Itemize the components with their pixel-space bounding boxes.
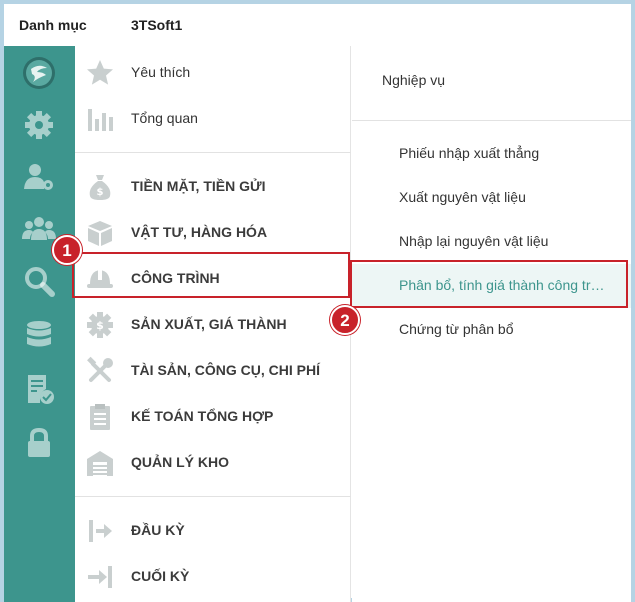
menu-item-label: CUỐI KỲ xyxy=(131,568,190,584)
warehouse-icon xyxy=(85,448,115,478)
panel-item-label: Xuất nguyên vật liệu xyxy=(399,189,526,205)
menu-item-production[interactable]: $ SẢN XUẤT, GIÁ THÀNH xyxy=(75,302,351,348)
arrow-to-bar-icon xyxy=(85,562,115,592)
divider xyxy=(75,152,351,153)
panel-item-direct-import-export[interactable]: Phiếu nhập xuất thẳng xyxy=(352,132,631,176)
operations-panel: Nghiệp vụ Phiếu nhập xuất thẳng Xuất ngu… xyxy=(352,46,631,602)
panel-item-material-issue[interactable]: Xuất nguyên vật liệu xyxy=(352,176,631,220)
menu-item-label: TIỀN MẶT, TIỀN GỬI xyxy=(131,178,266,194)
company-name[interactable]: 3TSoft1 xyxy=(131,17,182,33)
menu-item-label: Tổng quan xyxy=(131,110,198,126)
menu-item-label: TÀI SẢN, CÔNG CỤ, CHI PHÍ xyxy=(131,362,321,378)
panel-item-label: Chứng từ phân bổ xyxy=(399,321,514,337)
top-bar: Danh mục 3TSoft1 xyxy=(4,4,631,46)
menu-item-period-start[interactable]: ĐẦU KỲ xyxy=(75,508,351,554)
menu-item-label: KẾ TOÁN TỔNG HỢP xyxy=(131,408,274,424)
menu-item-label: Yêu thích xyxy=(131,64,191,80)
clipboard-icon xyxy=(85,402,115,432)
menu-item-label: VẬT TƯ, HÀNG HÓA xyxy=(131,224,268,240)
menu-item-label: ĐẦU KỲ xyxy=(131,522,185,538)
category-menu: Yêu thích Tổng quan $ TIỀN MẶT, TIỀN GỬI… xyxy=(75,46,351,602)
section-title[interactable]: Danh mục xyxy=(19,17,87,33)
menu-item-assets[interactable]: TÀI SẢN, CÔNG CỤ, CHI PHÍ xyxy=(75,348,351,394)
panel-item-label: Phiếu nhập xuất thẳng xyxy=(399,145,540,161)
lock-icon[interactable] xyxy=(22,426,56,460)
menu-item-label: QUẢN LÝ KHO xyxy=(131,454,229,470)
menu-item-favorites[interactable]: Yêu thích xyxy=(75,50,351,96)
panel-item-allocation-voucher[interactable]: Chứng từ phân bổ xyxy=(352,308,631,352)
bar-chart-icon xyxy=(85,104,115,134)
step-badge-1: 1 xyxy=(52,235,82,265)
report-check-icon[interactable] xyxy=(22,372,56,406)
panel-item-material-return[interactable]: Nhập lại nguyên vật liệu xyxy=(352,220,631,264)
menu-item-general-accounting[interactable]: KẾ TOÁN TỔNG HỢP xyxy=(75,394,351,440)
money-bag-icon: $ xyxy=(85,172,115,202)
step-badge-2: 2 xyxy=(330,305,360,335)
panel-heading: Nghiệp vụ xyxy=(382,72,446,88)
logo-icon[interactable] xyxy=(22,56,56,90)
highlight-box-step-2 xyxy=(350,260,628,308)
arrow-right-bar-icon xyxy=(85,516,115,546)
menu-item-cash[interactable]: $ TIỀN MẶT, TIỀN GỬI xyxy=(75,164,351,210)
svg-text:$: $ xyxy=(97,187,104,198)
user-settings-icon[interactable] xyxy=(22,160,56,194)
gear-dollar-icon: $ xyxy=(85,310,115,340)
sidebar-icon-strip xyxy=(4,46,75,602)
search-icon[interactable] xyxy=(22,264,56,298)
star-icon xyxy=(85,58,115,88)
menu-item-materials[interactable]: VẬT TƯ, HÀNG HÓA xyxy=(75,210,351,256)
divider xyxy=(75,496,351,497)
menu-item-overview[interactable]: Tổng quan xyxy=(75,96,351,142)
highlight-box-step-1 xyxy=(72,252,350,298)
app-window: Danh mục 3TSoft1 Yêu thích Tổng quan $ T… xyxy=(0,0,635,602)
gear-icon[interactable] xyxy=(22,108,56,142)
svg-text:$: $ xyxy=(96,319,104,332)
menu-item-label: SẢN XUẤT, GIÁ THÀNH xyxy=(131,316,287,332)
divider xyxy=(352,120,631,121)
menu-item-period-end[interactable]: CUỐI KỲ xyxy=(75,554,351,600)
menu-item-warehouse[interactable]: QUẢN LÝ KHO xyxy=(75,440,351,486)
tools-icon xyxy=(85,356,115,386)
panel-item-label: Nhập lại nguyên vật liệu xyxy=(399,233,549,249)
box-icon xyxy=(85,218,115,248)
group-icon[interactable] xyxy=(22,212,56,246)
database-icon[interactable] xyxy=(22,318,56,352)
